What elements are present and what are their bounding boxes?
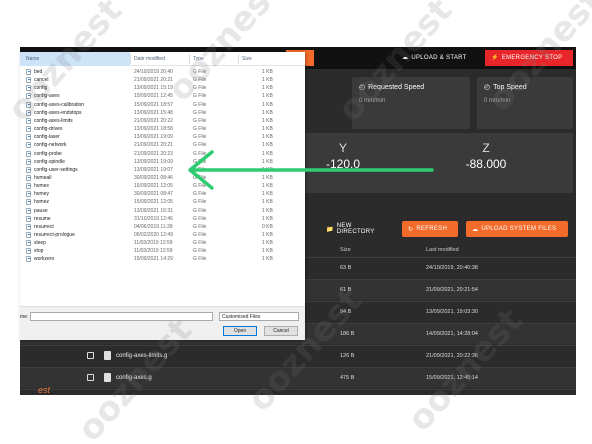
annotation-arrow (188, 150, 434, 190)
